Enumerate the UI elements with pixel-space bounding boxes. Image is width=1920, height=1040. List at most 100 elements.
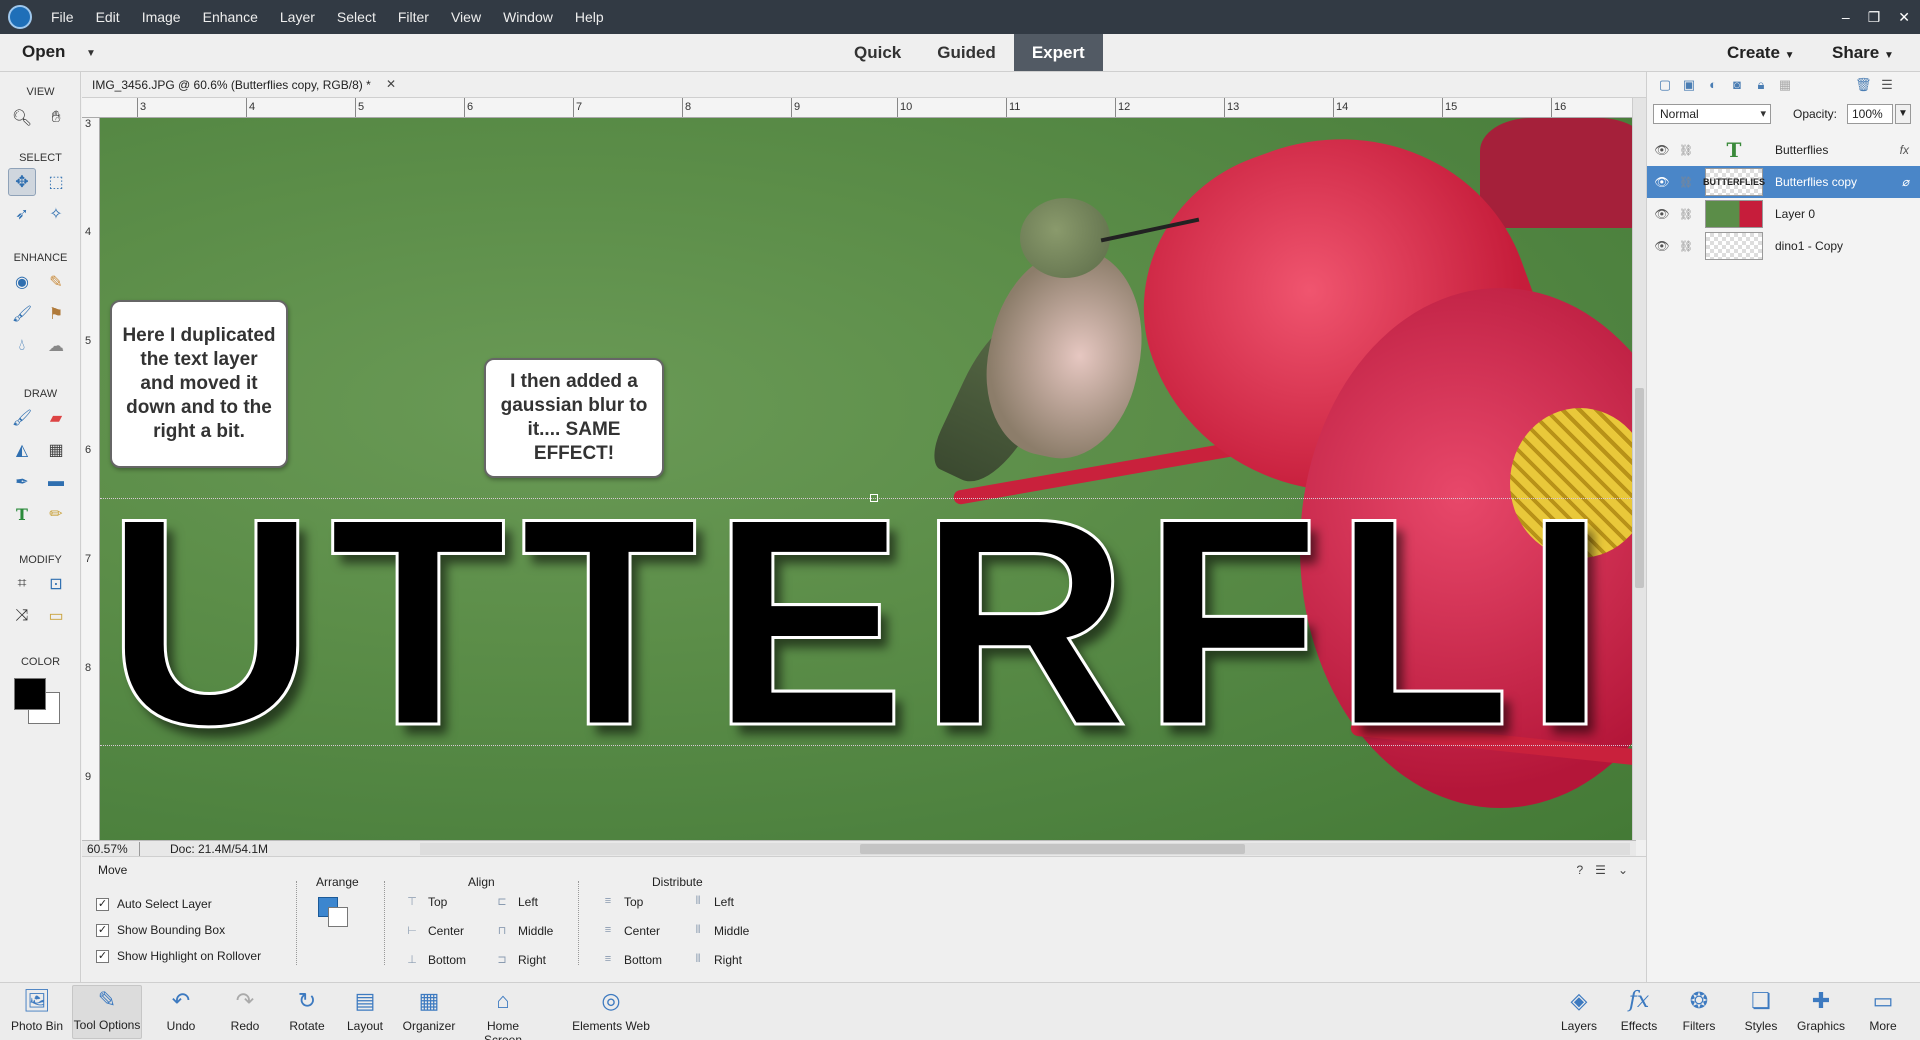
distribute-bottom-button[interactable]: ≡ Bottom bbox=[600, 953, 662, 967]
new-layer-icon[interactable]: ▢ bbox=[1657, 77, 1673, 93]
panel-menu-icon[interactable]: ☰ bbox=[1879, 77, 1895, 93]
tab-expert[interactable]: Expert bbox=[1013, 34, 1103, 71]
scroll-thumb[interactable] bbox=[1635, 388, 1644, 588]
crop-tool-icon[interactable]: ⌗ bbox=[8, 570, 36, 598]
pencil-tool-icon[interactable]: ✏ bbox=[42, 500, 70, 528]
lock-icon[interactable]: 🔒︎ bbox=[1753, 77, 1769, 93]
home-screen-button[interactable]: ⌂ Home Screen bbox=[468, 987, 538, 1040]
align-middle-button[interactable]: ⊓ Middle bbox=[494, 924, 554, 938]
align-bottom-button[interactable]: ⊥ Bottom bbox=[404, 953, 466, 967]
link-icon[interactable]: ⛓︎ bbox=[1677, 144, 1695, 157]
vertical-scrollbar[interactable] bbox=[1632, 98, 1646, 840]
panel-menu-icon[interactable]: ☰ bbox=[1595, 863, 1606, 877]
arrange-icon[interactable] bbox=[318, 897, 352, 931]
marquee-tool-icon[interactable]: ⬚ bbox=[42, 168, 70, 196]
layer-mask-icon[interactable]: ◙ bbox=[1729, 77, 1745, 93]
chevron-down-icon[interactable]: ⌄ bbox=[1618, 863, 1628, 877]
auto-select-layer-checkbox[interactable]: ✓ Auto Select Layer bbox=[96, 897, 212, 911]
elements-web-button[interactable]: ◎ Elements Web bbox=[566, 987, 656, 1033]
menu-filter[interactable]: Filter bbox=[387, 0, 440, 34]
layer-row[interactable]: 👁︎ ⛓︎ Layer 0 bbox=[1647, 198, 1920, 230]
lock-transparency-icon[interactable]: ▦ bbox=[1777, 77, 1793, 93]
magic-wand-tool-icon[interactable]: ✧ bbox=[42, 200, 70, 228]
restore-icon[interactable]: ❐ bbox=[1868, 9, 1881, 26]
gradient-tool-icon[interactable]: ▦ bbox=[42, 436, 70, 464]
straighten-tool-icon[interactable]: ▭ bbox=[42, 602, 70, 630]
chevron-down-icon[interactable]: ▼ bbox=[86, 48, 96, 59]
horizontal-scrollbar[interactable] bbox=[420, 843, 1630, 855]
paint-bucket-tool-icon[interactable]: ◭ bbox=[8, 436, 36, 464]
distribute-right-button[interactable]: ⦀ Right bbox=[690, 953, 742, 967]
more-button[interactable]: ▭ More bbox=[1848, 987, 1918, 1033]
visibility-eye-icon[interactable]: 👁︎ bbox=[1647, 143, 1677, 157]
open-button[interactable]: Open bbox=[22, 42, 65, 62]
eraser-tool-icon[interactable]: ▰ bbox=[42, 404, 70, 432]
layer-row[interactable]: 👁︎ ⛓︎ BUTTERFLIES Butterflies copy ⌀ bbox=[1647, 166, 1920, 198]
graphics-button[interactable]: ✚ Graphics bbox=[1786, 987, 1856, 1033]
blend-mode-select[interactable]: Normal bbox=[1653, 104, 1771, 124]
red-eye-tool-icon[interactable]: ◉ bbox=[8, 268, 36, 296]
close-icon[interactable]: ✕ bbox=[386, 77, 396, 91]
distribute-center-button[interactable]: ≡ Center bbox=[600, 924, 660, 938]
share-button[interactable]: Share ▼ bbox=[1832, 43, 1894, 63]
recompose-tool-icon[interactable]: ⊡ bbox=[42, 570, 70, 598]
organizer-button[interactable]: ▦ Organizer bbox=[394, 987, 464, 1033]
menu-edit[interactable]: Edit bbox=[85, 0, 131, 34]
help-icon[interactable]: ? bbox=[1576, 863, 1583, 877]
tool-options-button[interactable]: ✎ Tool Options bbox=[72, 985, 142, 1039]
layout-button[interactable]: ▤ Layout bbox=[330, 987, 400, 1033]
brush-tool-icon[interactable]: 🖌︎ bbox=[8, 404, 36, 432]
distribute-left-button[interactable]: ⦀ Left bbox=[690, 895, 734, 909]
hand-tool-icon[interactable]: ✋︎ bbox=[42, 104, 70, 132]
image-canvas[interactable]: UTTERFLIE Here I duplicated the text lay… bbox=[100, 118, 1632, 840]
menu-image[interactable]: Image bbox=[131, 0, 192, 34]
show-bounding-box-checkbox[interactable]: ✓ Show Bounding Box bbox=[96, 923, 225, 937]
sponge-tool-icon[interactable]: ☁ bbox=[42, 332, 70, 360]
blur-tool-icon[interactable]: 💧︎ bbox=[8, 332, 36, 360]
lasso-tool-icon[interactable]: ➶ bbox=[8, 200, 36, 228]
menu-enhance[interactable]: Enhance bbox=[192, 0, 269, 34]
clone-stamp-tool-icon[interactable]: ⚑ bbox=[42, 300, 70, 328]
tab-guided[interactable]: Guided bbox=[919, 34, 1014, 71]
distribute-top-button[interactable]: ≡ Top bbox=[600, 895, 644, 909]
menu-window[interactable]: Window bbox=[492, 0, 564, 34]
menu-layer[interactable]: Layer bbox=[269, 0, 326, 34]
layer-effects-icon[interactable]: fx bbox=[1900, 143, 1909, 157]
link-icon[interactable]: ⛓︎ bbox=[1677, 240, 1695, 253]
shape-tool-icon[interactable]: ▬ bbox=[42, 468, 70, 496]
eyedropper-tool-icon[interactable]: ✒ bbox=[8, 468, 36, 496]
menu-select[interactable]: Select bbox=[326, 0, 387, 34]
move-tool-icon[interactable]: ✥ bbox=[8, 168, 36, 196]
zoom-level[interactable]: 60.57% bbox=[82, 841, 140, 856]
create-button[interactable]: Create ▼ bbox=[1727, 43, 1795, 63]
scroll-thumb[interactable] bbox=[860, 844, 1245, 854]
content-aware-move-tool-icon[interactable]: ⤨ bbox=[8, 602, 36, 630]
photo-bin-button[interactable]: 🖼︎ Photo Bin bbox=[2, 987, 72, 1033]
redo-button[interactable]: ↷ Redo bbox=[210, 987, 280, 1033]
healing-brush-tool-icon[interactable]: ✎ bbox=[42, 268, 70, 296]
opacity-input[interactable]: 100% bbox=[1847, 104, 1893, 124]
visibility-eye-icon[interactable]: 👁︎ bbox=[1647, 207, 1677, 221]
zoom-tool-icon[interactable]: 🔍︎ bbox=[8, 104, 36, 132]
link-icon[interactable]: ⛓︎ bbox=[1677, 176, 1695, 189]
trash-icon[interactable]: 🗑︎ bbox=[1855, 77, 1872, 93]
align-center-button[interactable]: ⊢ Center bbox=[404, 924, 464, 938]
menu-view[interactable]: View bbox=[440, 0, 492, 34]
align-top-button[interactable]: ⊤ Top bbox=[404, 895, 447, 909]
document-tab-title[interactable]: IMG_3456.JPG @ 60.6% (Butterflies copy, … bbox=[92, 78, 371, 92]
adjustment-layer-icon[interactable]: ◐ bbox=[1705, 77, 1721, 93]
tab-quick[interactable]: Quick bbox=[836, 34, 919, 71]
minimize-icon[interactable]: – bbox=[1842, 9, 1850, 25]
smart-brush-tool-icon[interactable]: 🖌︎ bbox=[8, 300, 36, 328]
close-icon[interactable]: ✕ bbox=[1898, 9, 1910, 26]
align-right-button[interactable]: ⊐ Right bbox=[494, 953, 546, 967]
visibility-eye-icon[interactable]: 👁︎ bbox=[1647, 175, 1677, 189]
filters-button[interactable]: ❂ Filters bbox=[1664, 987, 1734, 1033]
menu-help[interactable]: Help bbox=[564, 0, 615, 34]
align-left-button[interactable]: ⊏ Left bbox=[494, 895, 538, 909]
new-group-icon[interactable]: ▣ bbox=[1681, 77, 1697, 93]
layer-row[interactable]: 👁︎ ⛓︎ dino1 - Copy bbox=[1647, 230, 1920, 262]
distribute-middle-button[interactable]: ⦀ Middle bbox=[690, 924, 750, 938]
link-icon[interactable]: ⛓︎ bbox=[1677, 208, 1695, 221]
chevron-down-icon[interactable]: ▼ bbox=[1895, 104, 1911, 124]
